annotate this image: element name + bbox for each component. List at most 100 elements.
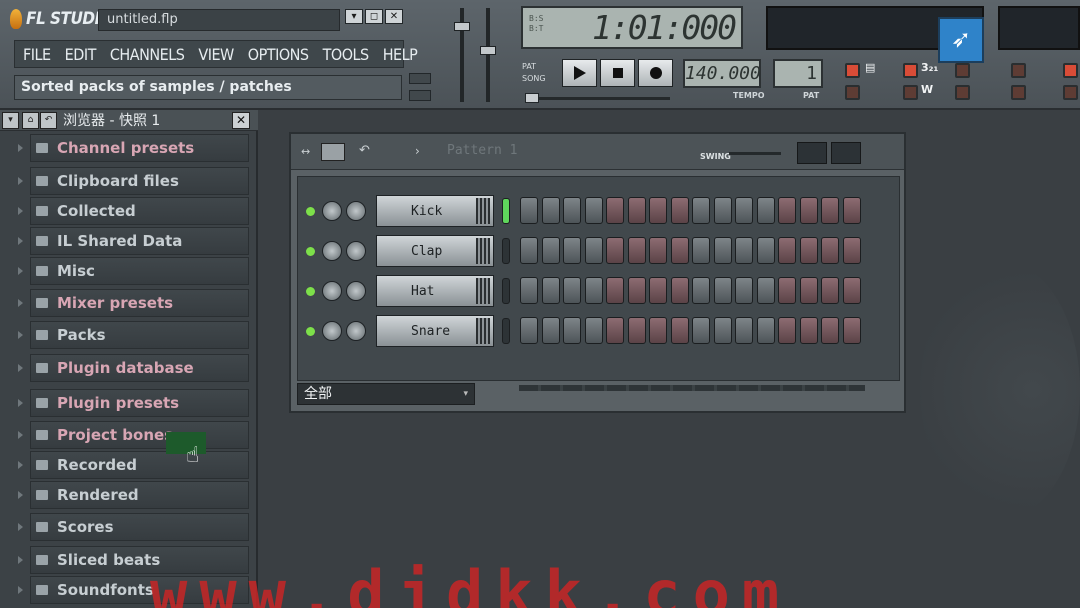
step-button[interactable] (520, 197, 538, 224)
step-button[interactable] (821, 237, 839, 264)
expand-arrow-icon[interactable] (18, 431, 24, 439)
channel-mute-led[interactable] (306, 327, 315, 336)
step-button[interactable] (670, 237, 689, 264)
step-button[interactable] (692, 237, 710, 264)
expand-arrow-icon[interactable] (18, 207, 24, 215)
step-button[interactable] (713, 237, 732, 264)
step-button[interactable] (799, 237, 818, 264)
menu-options[interactable]: OPTIONS (248, 45, 309, 64)
channel-filter-dropdown[interactable]: 全部 ▾ (297, 383, 475, 405)
expand-arrow-icon[interactable] (18, 586, 24, 594)
step-button[interactable] (584, 277, 603, 304)
step-button[interactable] (584, 197, 603, 224)
step-button[interactable] (778, 317, 796, 344)
channel-mute-led[interactable] (306, 207, 315, 216)
play-button[interactable] (562, 59, 597, 87)
browser-back-button[interactable]: ↶ (40, 111, 57, 129)
master-pitch-knob[interactable] (480, 46, 496, 55)
menu-file[interactable]: FILE (23, 45, 51, 64)
step-button[interactable] (649, 277, 667, 304)
step-button[interactable] (799, 197, 818, 224)
step-button[interactable] (842, 317, 861, 344)
step-button[interactable] (541, 317, 560, 344)
step-button[interactable] (649, 317, 667, 344)
resize-arrows-icon[interactable]: ↔ (301, 145, 310, 158)
step-button[interactable] (692, 197, 710, 224)
countdown-toggle[interactable] (903, 63, 918, 78)
minimize-button[interactable]: ▾ (345, 9, 363, 24)
step-edit-toggle[interactable] (1063, 63, 1078, 78)
channel-mute-led[interactable] (306, 247, 315, 256)
channel-pan-knob[interactable] (346, 321, 366, 341)
record-button[interactable] (638, 59, 673, 87)
browser-item[interactable]: Misc (30, 257, 249, 285)
expand-arrow-icon[interactable] (18, 299, 24, 307)
pat-song-switch[interactable]: PAT SONG (522, 61, 546, 85)
step-button[interactable] (520, 277, 538, 304)
overdub-toggle[interactable] (955, 85, 970, 100)
expand-arrow-icon[interactable] (18, 267, 24, 275)
channel-button[interactable]: Hat (376, 275, 494, 307)
view-mode-button[interactable] (321, 143, 345, 161)
channel-pan-knob[interactable] (346, 281, 366, 301)
browser-item[interactable]: Rendered (30, 481, 249, 509)
menu-channels[interactable]: CHANNELS (110, 45, 185, 64)
step-button[interactable] (541, 237, 560, 264)
master-volume-knob[interactable] (454, 22, 470, 31)
expand-arrow-icon[interactable] (18, 556, 24, 564)
step-button[interactable] (563, 317, 581, 344)
step-button[interactable] (713, 197, 732, 224)
channel-select-indicator[interactable] (502, 318, 510, 344)
cpu-meter-button[interactable] (409, 73, 431, 84)
step-button[interactable] (713, 277, 732, 304)
browser-item[interactable]: IL Shared Data (30, 227, 249, 255)
expand-arrow-icon[interactable] (18, 399, 24, 407)
step-button[interactable] (670, 197, 689, 224)
step-button[interactable] (670, 277, 689, 304)
step-button[interactable] (606, 197, 624, 224)
channel-button[interactable]: Snare (376, 315, 494, 347)
step-button[interactable] (670, 317, 689, 344)
channel-volume-knob[interactable] (322, 201, 342, 221)
step-button[interactable] (756, 237, 775, 264)
step-button[interactable] (799, 317, 818, 344)
loop-record-toggle[interactable] (1011, 63, 1026, 78)
step-button[interactable] (842, 197, 861, 224)
step-button[interactable] (627, 237, 646, 264)
browser-item[interactable]: Mixer presets (30, 289, 249, 317)
tempo-display[interactable]: 140.000 (683, 59, 761, 88)
step-button[interactable] (842, 237, 861, 264)
step-button[interactable] (692, 277, 710, 304)
step-sequencer-window[interactable]: ↔ ↶ › Pattern 1 SWING Kick Clap Hat Snare 全… (289, 132, 906, 413)
filename-field[interactable]: untitled.flp (98, 9, 340, 31)
song-position-slider[interactable] (525, 93, 539, 103)
memory-meter-button[interactable] (409, 90, 431, 101)
step-button[interactable] (842, 277, 861, 304)
step-button[interactable] (627, 277, 646, 304)
expand-arrow-icon[interactable] (18, 144, 24, 152)
step-button[interactable] (627, 317, 646, 344)
step-button[interactable] (541, 197, 560, 224)
channel-select-indicator[interactable] (502, 238, 510, 264)
song-position-display[interactable]: B:S B:T 1:01:000 (521, 6, 743, 49)
step-button[interactable] (692, 317, 710, 344)
step-button[interactable] (520, 317, 538, 344)
wait-input-toggle[interactable] (903, 85, 918, 100)
channel-pan-knob[interactable] (346, 241, 366, 261)
step-button[interactable] (735, 237, 753, 264)
step-button[interactable] (520, 237, 538, 264)
step-button[interactable] (735, 197, 753, 224)
multilink-toggle[interactable] (1063, 85, 1078, 100)
step-button[interactable] (584, 317, 603, 344)
channel-mute-led[interactable] (306, 287, 315, 296)
step-button[interactable] (756, 317, 775, 344)
browser-item[interactable]: Collected (30, 197, 249, 225)
step-button[interactable] (756, 277, 775, 304)
master-pitch-track[interactable] (486, 8, 490, 102)
fl-studio-logo[interactable]: FL STUDIO (10, 6, 113, 32)
step-button[interactable] (799, 277, 818, 304)
browser-item[interactable]: Clipboard files (30, 167, 249, 195)
swing-slider[interactable] (729, 152, 781, 155)
step-button[interactable] (563, 277, 581, 304)
song-position-track[interactable] (525, 97, 670, 100)
